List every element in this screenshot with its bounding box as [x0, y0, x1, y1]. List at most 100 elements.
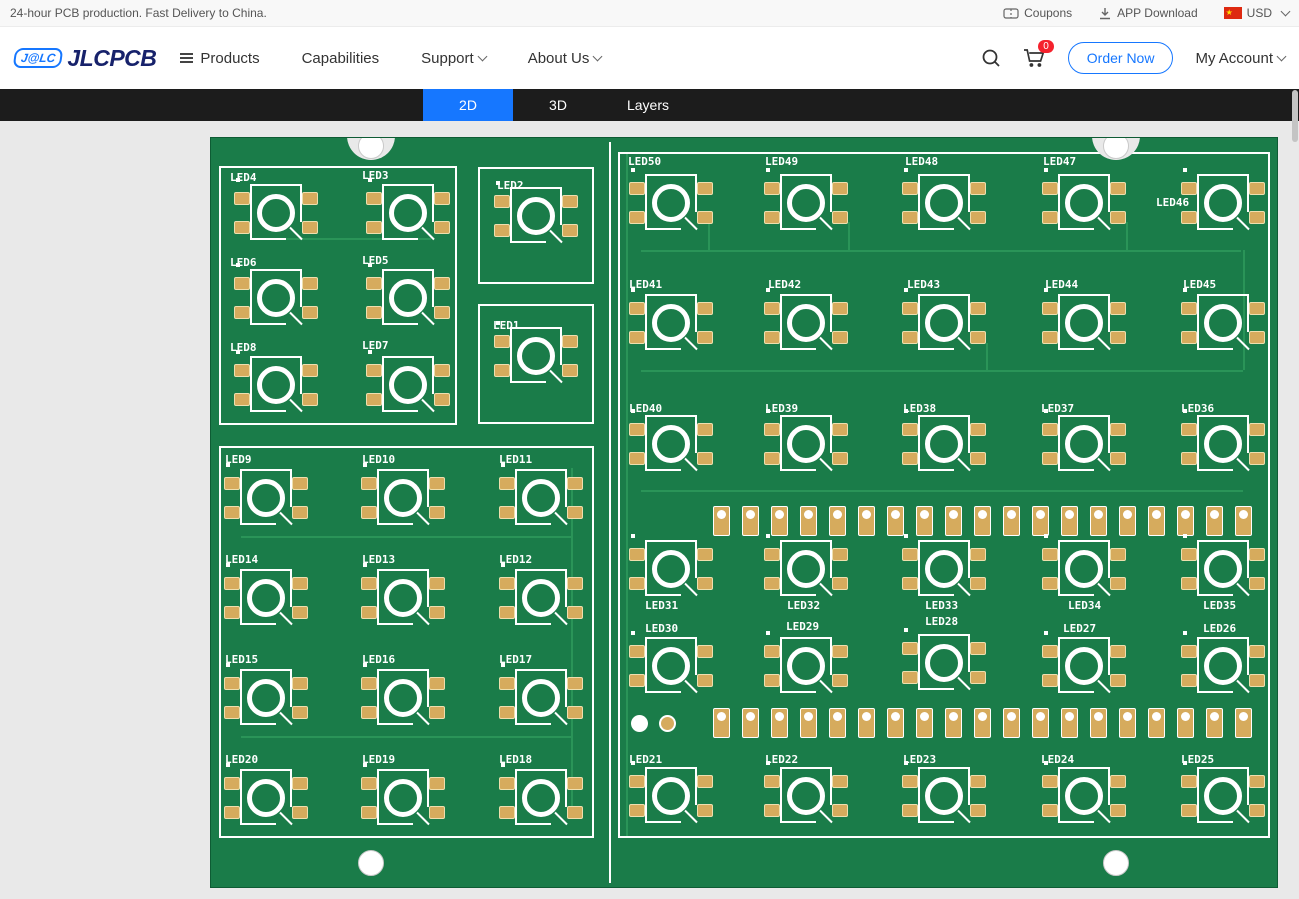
coupons-link[interactable]: Coupons	[1003, 6, 1072, 20]
pad-hole	[1123, 510, 1132, 519]
pad-hole	[1210, 712, 1219, 721]
smd-pad	[224, 777, 240, 790]
silk-line	[1058, 540, 1110, 542]
silk-line	[382, 323, 418, 325]
smd-pad	[1042, 423, 1058, 436]
led-label-LED50: LED50	[628, 155, 662, 168]
smd-pad	[292, 606, 308, 619]
connector-pad	[1119, 708, 1136, 738]
smd-pad	[1181, 775, 1197, 788]
silk-line	[421, 398, 435, 413]
smd-pad	[1110, 775, 1126, 788]
silk-line	[1108, 767, 1110, 805]
silk-line	[1197, 228, 1233, 230]
nav-item-capabilities[interactable]: Capabilities	[302, 50, 380, 67]
smd-pad	[1110, 211, 1126, 224]
silk-line	[1108, 294, 1110, 332]
silk-line	[1058, 294, 1060, 350]
silk-line	[377, 823, 413, 825]
smd-pad	[567, 806, 583, 819]
nav-about-label: About Us	[527, 49, 590, 67]
silk-line	[510, 241, 546, 243]
smd-pad	[1110, 423, 1126, 436]
led-label-LED2: LED2	[497, 179, 524, 192]
silk-line	[554, 511, 568, 526]
smd-pad	[361, 706, 377, 719]
smd-pad	[1249, 452, 1265, 465]
nav-item-products[interactable]: Products	[180, 50, 260, 67]
silk-line	[957, 457, 971, 472]
led-label-LED18: LED18	[499, 753, 533, 766]
led-footprint-LED14	[224, 563, 308, 627]
smd-pad	[902, 331, 918, 344]
smd-pad	[970, 804, 986, 817]
tab-layers[interactable]: Layers	[603, 89, 693, 121]
silk-line	[1236, 582, 1250, 597]
silk-line	[645, 821, 681, 823]
pad-hole	[1152, 510, 1161, 519]
pad-hole	[949, 510, 958, 519]
silk-line	[377, 769, 429, 771]
led-footprint-LED25	[1181, 761, 1265, 825]
jlcpcb-logo[interactable]: J@LC JLCPCB	[12, 45, 157, 72]
led-footprint-LED9	[224, 463, 308, 527]
silk-line	[645, 767, 647, 823]
silk-line	[515, 469, 517, 525]
led-footprint-LED30	[629, 631, 713, 695]
smd-pad	[567, 477, 583, 490]
silk-line	[1197, 767, 1199, 823]
nav-item-about-us[interactable]: About Us	[527, 49, 603, 67]
pad-hole	[978, 510, 987, 519]
app-download-link[interactable]: APP Download	[1098, 6, 1198, 20]
silk-line	[421, 226, 435, 241]
silk-dot	[1183, 631, 1187, 635]
tab-3d[interactable]: 3D	[513, 89, 603, 121]
smd-pad	[764, 302, 780, 315]
silk-line	[1058, 637, 1110, 639]
silk-line	[780, 767, 832, 769]
silk-line	[918, 174, 970, 176]
led-footprint-LED2	[494, 181, 578, 245]
silk-line	[1097, 679, 1111, 694]
pad-hole	[833, 510, 842, 519]
my-account-menu[interactable]: My Account	[1195, 50, 1287, 67]
smd-pad	[1249, 775, 1265, 788]
silk-line	[1058, 228, 1094, 230]
led-footprint-LED35	[1181, 534, 1265, 598]
silk-line	[645, 637, 647, 693]
smd-pad	[1181, 302, 1197, 315]
led-footprint-LED20	[224, 763, 308, 827]
search-icon[interactable]	[981, 48, 1001, 68]
silk-line	[382, 269, 434, 271]
silk-line	[968, 767, 970, 805]
pad-hole	[862, 712, 871, 721]
silk-line	[918, 594, 954, 596]
silk-line	[515, 623, 551, 625]
led-label-LED5: LED5	[362, 254, 389, 267]
smd-pad	[1110, 577, 1126, 590]
silk-line	[1197, 415, 1199, 471]
silk-line	[645, 174, 697, 176]
cart-icon[interactable]: 0	[1023, 40, 1054, 68]
led-label-LED14: LED14	[225, 553, 259, 566]
led-label-LED37: LED37	[1041, 402, 1075, 415]
smd-pad	[302, 192, 318, 205]
pad-hole	[1036, 712, 1045, 721]
silk-line	[515, 769, 567, 771]
currency-selector[interactable]: USD	[1223, 6, 1291, 20]
cart-badge: 0	[1038, 40, 1054, 53]
silk-line	[968, 174, 970, 212]
connector-pad	[800, 708, 817, 738]
pcb-canvas[interactable]: LED4 LED3 LED6 LED5 LED8 LED7 LED2 LED1 LED50 LED…	[0, 121, 1299, 899]
silk-dot	[766, 168, 770, 172]
smd-pad	[902, 302, 918, 315]
silk-dot	[1183, 534, 1187, 538]
scrollbar[interactable]	[1292, 90, 1298, 142]
smd-pad	[970, 423, 986, 436]
nav-item-support[interactable]: Support	[421, 50, 488, 67]
smd-pad	[629, 775, 645, 788]
tab-2d[interactable]: 2D	[423, 89, 513, 121]
led-label-LED43: LED43	[907, 278, 941, 291]
smd-pad	[292, 477, 308, 490]
order-now-button[interactable]: Order Now	[1067, 42, 1174, 74]
